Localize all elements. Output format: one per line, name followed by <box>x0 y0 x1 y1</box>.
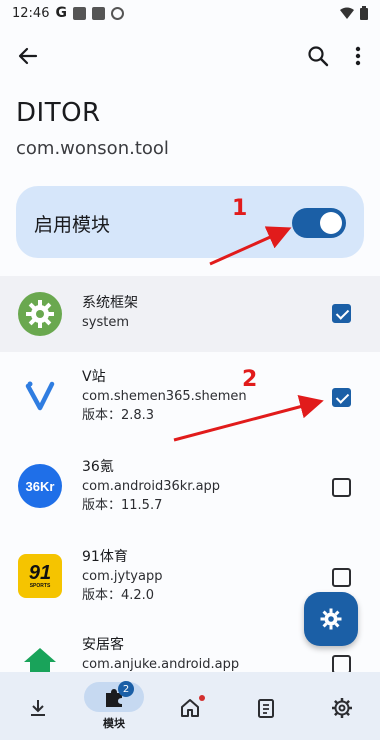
module-package: system <box>82 315 129 330</box>
home-notification-dot <box>199 695 205 701</box>
list-item-v-zhan[interactable]: V站 com.shemen365.shemen 版本：2.8.3 <box>0 352 380 442</box>
module-checkbox-anjuke[interactable] <box>332 655 351 672</box>
36kr-logo-text: 36Kr <box>25 478 55 494</box>
module-version: 版本：2.8.3 <box>82 408 155 423</box>
module-name: 36氪 <box>82 459 114 475</box>
download-icon <box>31 700 45 716</box>
notification-icon <box>72 6 86 20</box>
nav-item-download[interactable] <box>0 672 76 740</box>
search-button[interactable] <box>304 42 332 70</box>
home-logo-icon <box>18 642 62 672</box>
module-settings-fab[interactable] <box>304 592 358 646</box>
settings-icon <box>332 698 352 718</box>
module-name: 系统框架 <box>82 295 138 311</box>
toggle-knob <box>320 212 342 234</box>
91-sports-logo-icon: 91 SPORTS <box>18 554 62 598</box>
module-checkbox-system[interactable] <box>332 304 351 323</box>
36kr-logo-icon: 36Kr <box>18 464 62 508</box>
more-vert-icon <box>355 46 361 66</box>
annotation-number-2: 2 <box>242 367 258 392</box>
gear-icon <box>18 292 62 336</box>
nav-item-logs[interactable] <box>228 672 304 740</box>
wifi-icon <box>340 7 354 19</box>
list-item-system[interactable]: 系统框架 system <box>0 276 380 352</box>
back-icon <box>18 47 38 65</box>
battery-icon <box>360 6 368 20</box>
sync-icon <box>110 6 124 20</box>
bottom-navigation: 2 模块 <box>0 672 380 740</box>
google-icon: G <box>55 5 67 21</box>
settings-icon <box>320 608 342 630</box>
search-icon <box>308 46 329 67</box>
annotation-number-1: 1 <box>232 196 248 221</box>
back-button[interactable] <box>14 42 42 70</box>
home-icon <box>181 699 199 717</box>
enable-module-toggle[interactable] <box>292 208 346 238</box>
module-name: V站 <box>82 369 106 385</box>
module-name: 安居客 <box>82 637 124 653</box>
module-package: com.android36kr.app <box>82 479 221 494</box>
91-sports-logo-subtext: SPORTS <box>29 583 51 589</box>
v-logo-icon <box>18 374 62 418</box>
module-package: com.anjuke.android.app <box>82 657 240 672</box>
module-checkbox-v-zhan[interactable] <box>332 388 351 407</box>
nav-item-settings[interactable] <box>304 672 380 740</box>
nav-item-home[interactable] <box>152 672 228 740</box>
more-options-button[interactable] <box>348 42 368 70</box>
module-name: 91体育 <box>82 549 128 565</box>
list-item-36kr[interactable]: 36Kr 36氪 com.android36kr.app 版本：11.5.7 <box>0 442 380 532</box>
nav-item-modules[interactable]: 2 模块 <box>76 672 152 740</box>
status-time: 12:46 <box>12 5 50 21</box>
enable-module-label: 启用模块 <box>34 214 111 236</box>
module-version: 版本：11.5.7 <box>82 498 163 513</box>
91-sports-logo-text: 91 <box>28 562 52 584</box>
clipboard-icon <box>258 699 274 718</box>
nav-label-modules: 模块 <box>103 717 125 730</box>
module-checkbox-36kr[interactable] <box>332 478 351 497</box>
notification-icon-2 <box>91 6 105 20</box>
status-bar: 12:46 G <box>0 0 380 26</box>
module-checkbox-91-sports[interactable] <box>332 568 351 587</box>
module-version: 版本：4.2.0 <box>82 588 155 603</box>
toolbar <box>0 38 380 74</box>
enable-module-card[interactable]: 启用模块 <box>16 186 364 258</box>
module-package: com.jytyapp <box>82 569 163 584</box>
module-package: com.shemen365.shemen <box>82 389 247 404</box>
package-name: com.wonson.tool <box>16 138 169 159</box>
modules-badge: 2 <box>118 681 134 697</box>
page-title: DITOR <box>16 98 101 128</box>
